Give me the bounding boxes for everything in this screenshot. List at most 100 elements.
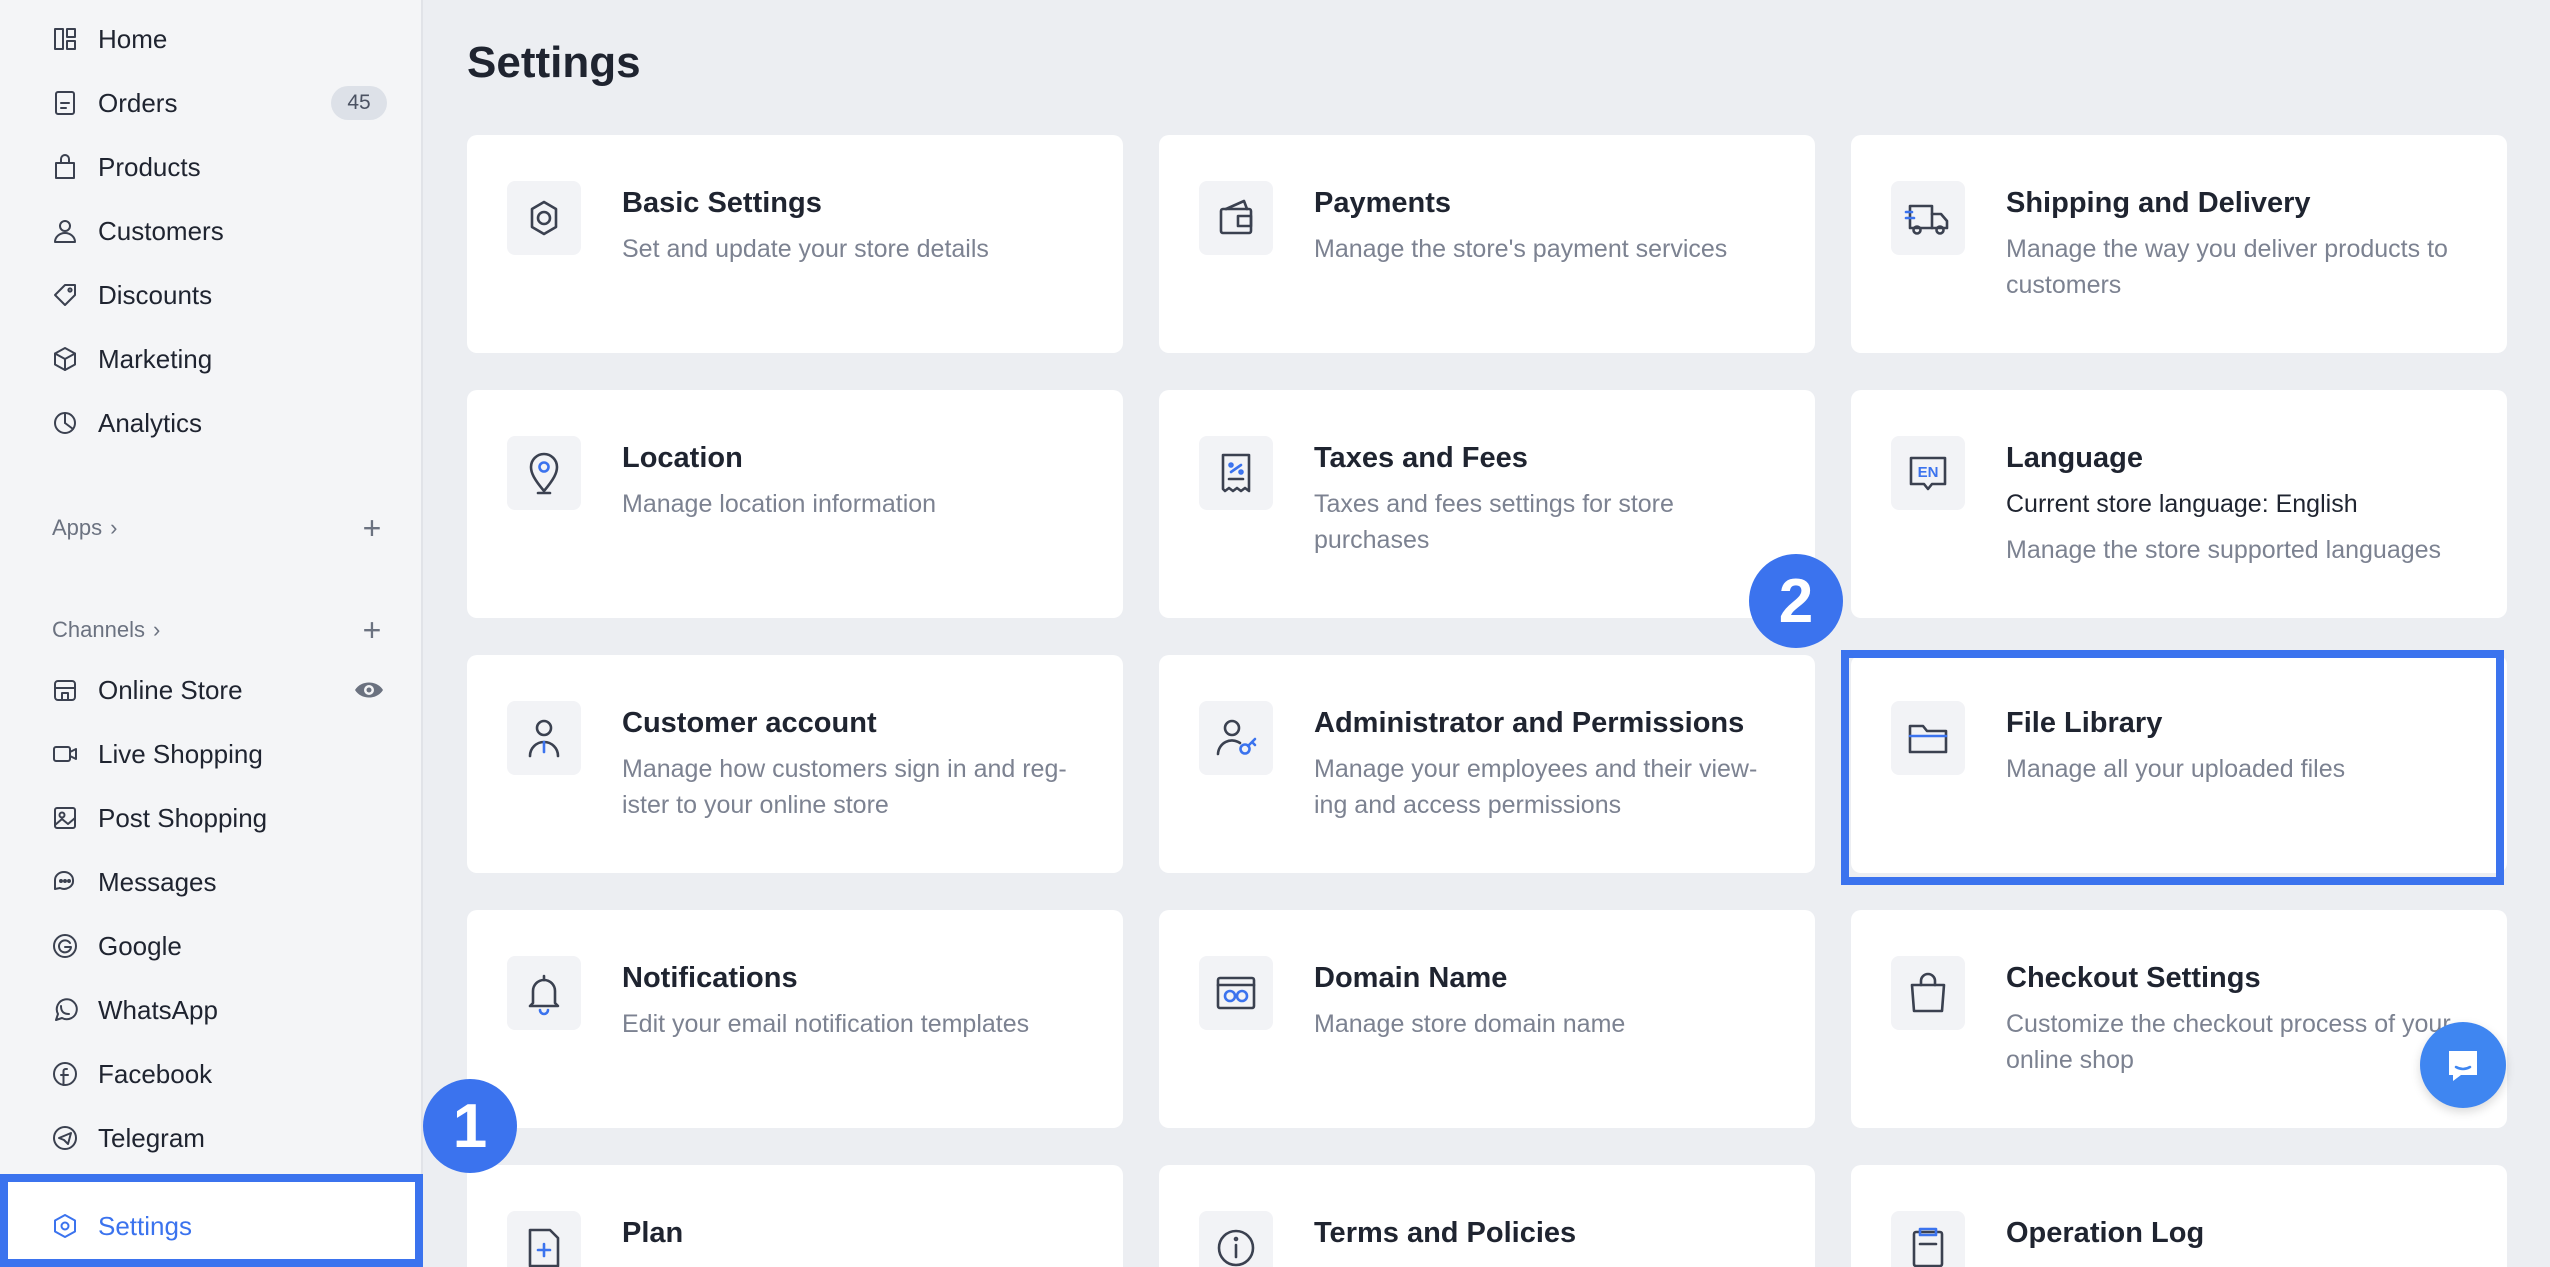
add-channel-button[interactable]: + [352,610,392,650]
sidebar-item-label: Customers [98,215,224,246]
gear-icon [507,181,581,255]
settings-card-operation-log[interactable]: Operation Log [1851,1165,2507,1267]
sidebar-item-customers[interactable]: Customers [0,205,423,257]
card-title: Operation Log [2006,1217,2205,1249]
home-icon [50,24,80,54]
sidebar-item-label: Google [98,930,182,961]
sidebar-item-label: Messages [98,866,217,897]
location-pin-icon [507,436,581,510]
video-icon [50,739,80,769]
card-title: Terms and Policies [1314,1217,1577,1249]
sidebar-item-label: Home [98,23,168,54]
sidebar-item-orders[interactable]: Orders 45 [0,77,423,129]
receipt-icon [1199,436,1273,510]
log-clipboard-icon [1891,1211,1965,1267]
sidebar-item-label: Online Store [98,674,243,705]
sidebar-item-label: Settings [98,1210,192,1241]
apps-section-label: Apps [52,515,103,540]
image-post-icon [50,803,80,833]
sidebar-item-google[interactable]: Google [0,920,423,972]
sidebar-item-analytics[interactable]: Analytics [0,397,423,449]
sidebar-item-online-store[interactable]: Online Store [0,664,423,716]
settings-card-notifications[interactable]: Notifications Edit your email notificati… [467,910,1123,1128]
current-language-text: Current store language: English [2006,490,2358,518]
sidebar-item-whatsapp[interactable]: WhatsApp [0,984,423,1036]
settings-card-plan[interactable]: Plan [467,1165,1123,1267]
sidebar-item-messages[interactable]: Messages [0,856,423,908]
settings-hex-icon [50,1211,80,1241]
card-title: Shipping and Delivery [2006,187,2311,219]
eye-preview-icon[interactable] [353,676,385,704]
admin-key-icon [1199,701,1273,775]
settings-card-domain-name[interactable]: Domain Name Manage store domain name [1159,910,1815,1128]
sidebar-item-label: Discounts [98,279,213,310]
apps-section-header[interactable]: Apps › + [52,508,392,548]
card-description: Manage store domain name [1314,1010,1626,1038]
card-description: Manage location information [622,490,937,518]
settings-card-language[interactable]: EN Language Current store language: Engl… [1851,390,2507,618]
truck-icon [1891,181,1965,255]
sidebar-item-label: Products [98,151,201,182]
sidebar-item-settings[interactable]: Settings [0,1200,423,1252]
sidebar-item-home[interactable]: Home [0,13,423,65]
domain-link-icon [1199,956,1273,1030]
chevron-right-icon: › [152,617,161,642]
card-title: Domain Name [1314,962,1508,994]
card-description: Manage all your uploaded files [2006,755,2346,783]
sidebar-item-label: Post Shopping [98,802,268,833]
marketing-cube-icon [50,344,80,374]
settings-card-shipping-delivery[interactable]: Shipping and Delivery Manage the way you… [1851,135,2507,353]
settings-card-customer-account[interactable]: Customer account Manage how customers si… [467,655,1123,873]
sidebar-item-label: WhatsApp [98,994,218,1025]
bell-icon [507,956,581,1030]
sidebar-item-live-shopping[interactable]: Live Shopping [0,728,423,780]
card-title: Customer account [622,707,877,739]
chevron-right-icon: › [110,515,118,540]
card-description: Manage your employees and their view-ing… [1314,755,1758,819]
settings-card-file-library[interactable]: File Library Manage all your uploaded fi… [1851,655,2507,873]
settings-card-location[interactable]: Location Manage location information [467,390,1123,618]
settings-active-highlight: Settings [0,1174,423,1267]
settings-card-basic-settings[interactable]: Basic Settings Set and update your store… [467,135,1123,353]
info-icon [1199,1211,1273,1267]
sidebar-item-facebook[interactable]: Facebook [0,1048,423,1100]
add-app-button[interactable]: + [352,508,392,548]
sidebar: Home Orders 45 Products Customers Discou… [0,0,423,1267]
card-title: Location [622,442,743,474]
chat-support-button[interactable] [2420,1022,2506,1108]
shopping-bag-icon [1891,956,1965,1030]
messages-icon [50,867,80,897]
sidebar-item-marketing[interactable]: Marketing [0,333,423,385]
sidebar-item-label: Marketing [98,343,213,374]
sidebar-item-products[interactable]: Products [0,141,423,193]
telegram-icon [50,1123,80,1153]
folder-icon [1891,701,1965,775]
settings-card-admin-permissions[interactable]: Administrator and Permissions Manage you… [1159,655,1815,873]
card-title: Checkout Settings [2006,962,2261,994]
sidebar-item-label: Live Shopping [98,738,263,769]
card-description: Taxes and fees settings for store purcha… [1314,490,1674,554]
card-title: Language [2006,442,2143,474]
sidebar-item-discounts[interactable]: Discounts [0,269,423,321]
settings-card-checkout[interactable]: Checkout Settings Customize the checkout… [1851,910,2507,1128]
card-title: File Library [2006,707,2163,739]
customers-person-icon [50,216,80,246]
sidebar-item-label: Analytics [98,407,203,438]
sidebar-item-label: Telegram [98,1122,205,1153]
facebook-icon [50,1059,80,1089]
language-icon-text: EN [1918,464,1939,481]
sidebar-item-label: Orders [98,87,178,118]
settings-card-taxes-fees[interactable]: Taxes and Fees Taxes and fees settings f… [1159,390,1815,618]
card-description: Manage the way you deliver products to c… [2006,235,2448,299]
page-title: Settings [467,38,641,87]
whatsapp-icon [50,995,80,1025]
card-title: Administrator and Permissions [1314,707,1745,739]
card-description: Edit your email notification templates [622,1010,1030,1038]
card-title: Notifications [622,962,798,994]
settings-card-payments[interactable]: Payments Manage the store's payment serv… [1159,135,1815,353]
sidebar-item-post-shopping[interactable]: Post Shopping [0,792,423,844]
settings-card-terms-policies[interactable]: Terms and Policies [1159,1165,1815,1267]
card-title: Payments [1314,187,1452,219]
channels-section-header[interactable]: Channels › + [52,610,392,650]
sidebar-item-telegram[interactable]: Telegram [0,1112,423,1164]
